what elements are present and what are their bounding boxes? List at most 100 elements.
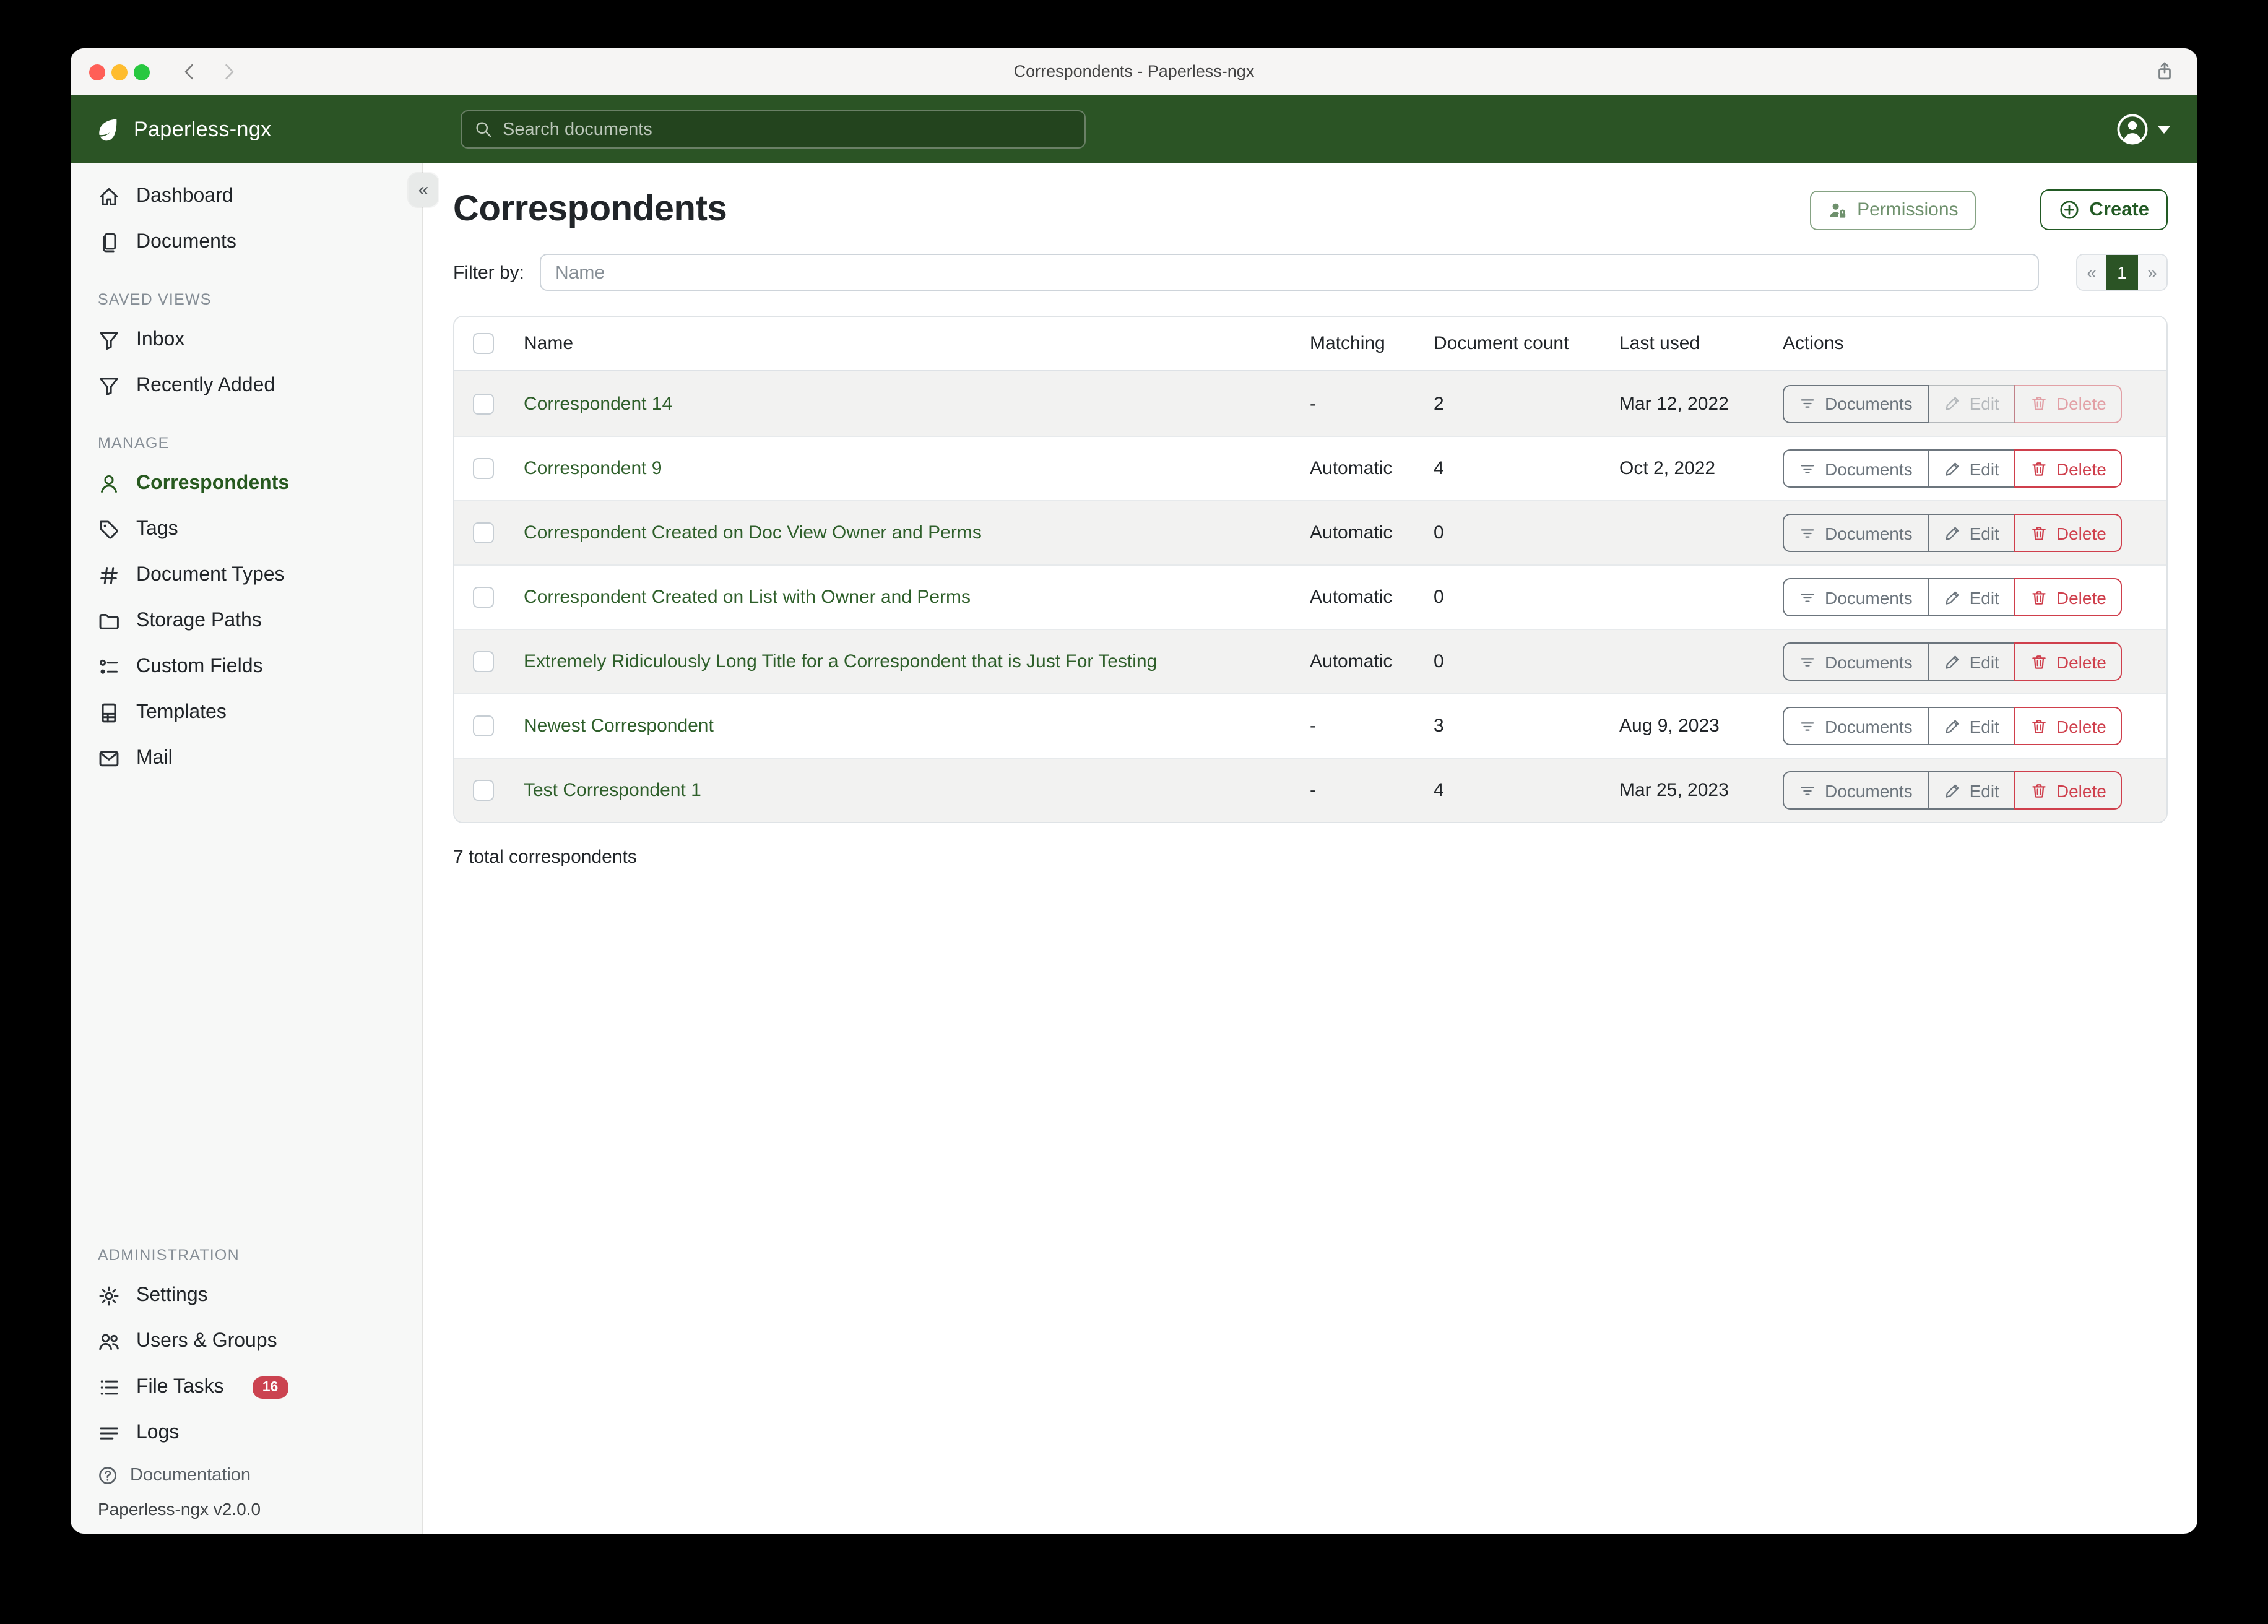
row-checkbox[interactable] <box>473 780 494 801</box>
delete-button-label: Delete <box>2056 652 2106 672</box>
edit-button[interactable]: Edit <box>1928 707 2015 745</box>
sidebar-item-storage-paths[interactable]: Storage Paths <box>71 598 422 644</box>
user-menu-button[interactable] <box>2116 95 2170 163</box>
sidebar-item-document-types[interactable]: Document Types <box>71 552 422 598</box>
row-checkbox[interactable] <box>473 458 494 479</box>
documents-button[interactable]: Documents <box>1783 449 1929 488</box>
permissions-button[interactable]: Permissions <box>1810 190 1975 230</box>
filter-icon <box>1799 460 1816 477</box>
edit-button-label: Edit <box>1970 716 1999 736</box>
documents-button-label: Documents <box>1825 459 1913 478</box>
brand-name: Paperless-ngx <box>134 117 272 142</box>
documents-button[interactable]: Documents <box>1783 384 1929 423</box>
create-button[interactable]: Create <box>2040 189 2168 230</box>
correspondent-name-link[interactable]: Correspondent Created on Doc View Owner … <box>524 522 997 543</box>
sidebar-item-file-tasks[interactable]: File Tasks16 <box>71 1364 422 1410</box>
app-version: Paperless-ngx v2.0.0 <box>71 1499 422 1519</box>
documents-button[interactable]: Documents <box>1783 642 1929 681</box>
documents-button[interactable]: Documents <box>1783 514 1929 552</box>
edit-button[interactable]: Edit <box>1928 642 2015 681</box>
custom-fields-icon <box>98 655 120 678</box>
column-header-actions: Actions <box>1783 333 2166 354</box>
collapse-sidebar-button[interactable]: « <box>409 173 438 207</box>
edit-button-label: Edit <box>1970 394 1999 413</box>
next-page-button[interactable]: » <box>2138 255 2166 290</box>
sidebar-footer: Documentation Paperless-ngx v2.0.0 <box>71 1456 422 1534</box>
correspondent-name-link[interactable]: Test Correspondent 1 <box>524 780 716 801</box>
search-input[interactable] <box>503 119 1072 139</box>
table-row: Test Correspondent 1-4Mar 25, 2023Docume… <box>454 758 2166 822</box>
last-used-value: Oct 2, 2022 <box>1619 458 1783 479</box>
filter-name-input[interactable] <box>539 254 2039 291</box>
edit-button-label: Edit <box>1970 780 1999 800</box>
delete-button[interactable]: Delete <box>2014 707 2123 745</box>
envelope-icon <box>98 747 120 769</box>
sidebar-item-users-groups[interactable]: Users & Groups <box>71 1318 422 1364</box>
correspondent-name-link[interactable]: Extremely Ridiculously Long Title for a … <box>524 651 1172 672</box>
row-checkbox[interactable] <box>473 393 494 414</box>
screen: Correspondents - Paperless-ngx Paperless… <box>0 0 2268 1624</box>
row-checkbox[interactable] <box>473 715 494 736</box>
edit-button[interactable]: Edit <box>1928 514 2015 552</box>
last-used-value: Mar 12, 2022 <box>1619 393 1783 414</box>
main-content: Correspondents Permissions Create <box>423 163 2197 1534</box>
current-page-button[interactable]: 1 <box>2106 255 2138 290</box>
correspondent-name-link[interactable]: Correspondent 9 <box>524 458 677 479</box>
list-dots-icon <box>98 1376 120 1398</box>
documents-button[interactable]: Documents <box>1783 578 1929 616</box>
trash-icon <box>2030 395 2048 412</box>
table-row: Correspondent 9Automatic4Oct 2, 2022Docu… <box>454 436 2166 500</box>
share-icon[interactable] <box>2154 61 2175 82</box>
documentation-link[interactable]: Documentation <box>71 1456 422 1495</box>
pagination: « 1 » <box>2076 254 2168 291</box>
sidebar-nav: DashboardDocumentsSAVED VIEWSInboxRecent… <box>71 173 422 781</box>
edit-button-label: Edit <box>1970 587 1999 607</box>
delete-button[interactable]: Delete <box>2014 449 2123 488</box>
row-checkbox[interactable] <box>473 587 494 608</box>
sidebar-item-custom-fields[interactable]: Custom Fields <box>71 644 422 689</box>
documents-button[interactable]: Documents <box>1783 707 1929 745</box>
person-lock-icon <box>1827 200 1847 220</box>
sidebar-item-correspondents[interactable]: Correspondents <box>71 460 422 506</box>
trash-icon <box>2030 524 2048 542</box>
previous-page-button[interactable]: « <box>2077 255 2106 290</box>
column-header-last-used[interactable]: Last used <box>1619 333 1783 354</box>
documents-button-label: Documents <box>1825 716 1913 736</box>
edit-button[interactable]: Edit <box>1928 449 2015 488</box>
table-header: Name Matching Document count Last used A… <box>454 317 2166 371</box>
edit-button[interactable]: Edit <box>1928 578 2015 616</box>
sidebar-item-label: Custom Fields <box>136 655 263 678</box>
delete-button[interactable]: Delete <box>2014 514 2123 552</box>
row-checkbox[interactable] <box>473 651 494 672</box>
filter-icon <box>1799 782 1816 799</box>
delete-button[interactable]: Delete <box>2014 771 2123 810</box>
delete-button[interactable]: Delete <box>2014 642 2123 681</box>
sidebar-item-tags[interactable]: Tags <box>71 506 422 552</box>
sidebar-item-documents[interactable]: Documents <box>71 219 422 265</box>
correspondent-name-link[interactable]: Correspondent 14 <box>524 393 687 414</box>
edit-button[interactable]: Edit <box>1928 771 2015 810</box>
sidebar-item-inbox[interactable]: Inbox <box>71 317 422 363</box>
sidebar-item-recently-added[interactable]: Recently Added <box>71 363 422 408</box>
column-header-name[interactable]: Name <box>524 333 1310 354</box>
documents-button[interactable]: Documents <box>1783 771 1929 810</box>
sidebar-item-settings[interactable]: Settings <box>71 1272 422 1318</box>
table-row: Newest Correspondent-3Aug 9, 2023Documen… <box>454 693 2166 758</box>
column-header-document-count[interactable]: Document count <box>1434 333 1619 354</box>
correspondent-name-link[interactable]: Correspondent Created on List with Owner… <box>524 587 985 608</box>
row-checkbox[interactable] <box>473 522 494 543</box>
select-all-checkbox[interactable] <box>473 333 494 354</box>
correspondent-name-link[interactable]: Newest Correspondent <box>524 715 729 736</box>
file-ruled-icon <box>98 701 120 723</box>
sidebar-item-mail[interactable]: Mail <box>71 735 422 781</box>
person-icon <box>98 472 120 495</box>
trash-icon <box>2030 782 2048 799</box>
column-header-matching[interactable]: Matching <box>1310 333 1434 354</box>
sidebar-item-label: Inbox <box>136 329 184 351</box>
hash-icon <box>98 564 120 586</box>
sidebar-item-dashboard[interactable]: Dashboard <box>71 173 422 219</box>
sidebar-item-templates[interactable]: Templates <box>71 689 422 735</box>
sidebar-item-logs[interactable]: Logs <box>71 1410 422 1456</box>
document-count-value: 0 <box>1434 587 1619 608</box>
delete-button[interactable]: Delete <box>2014 578 2123 616</box>
